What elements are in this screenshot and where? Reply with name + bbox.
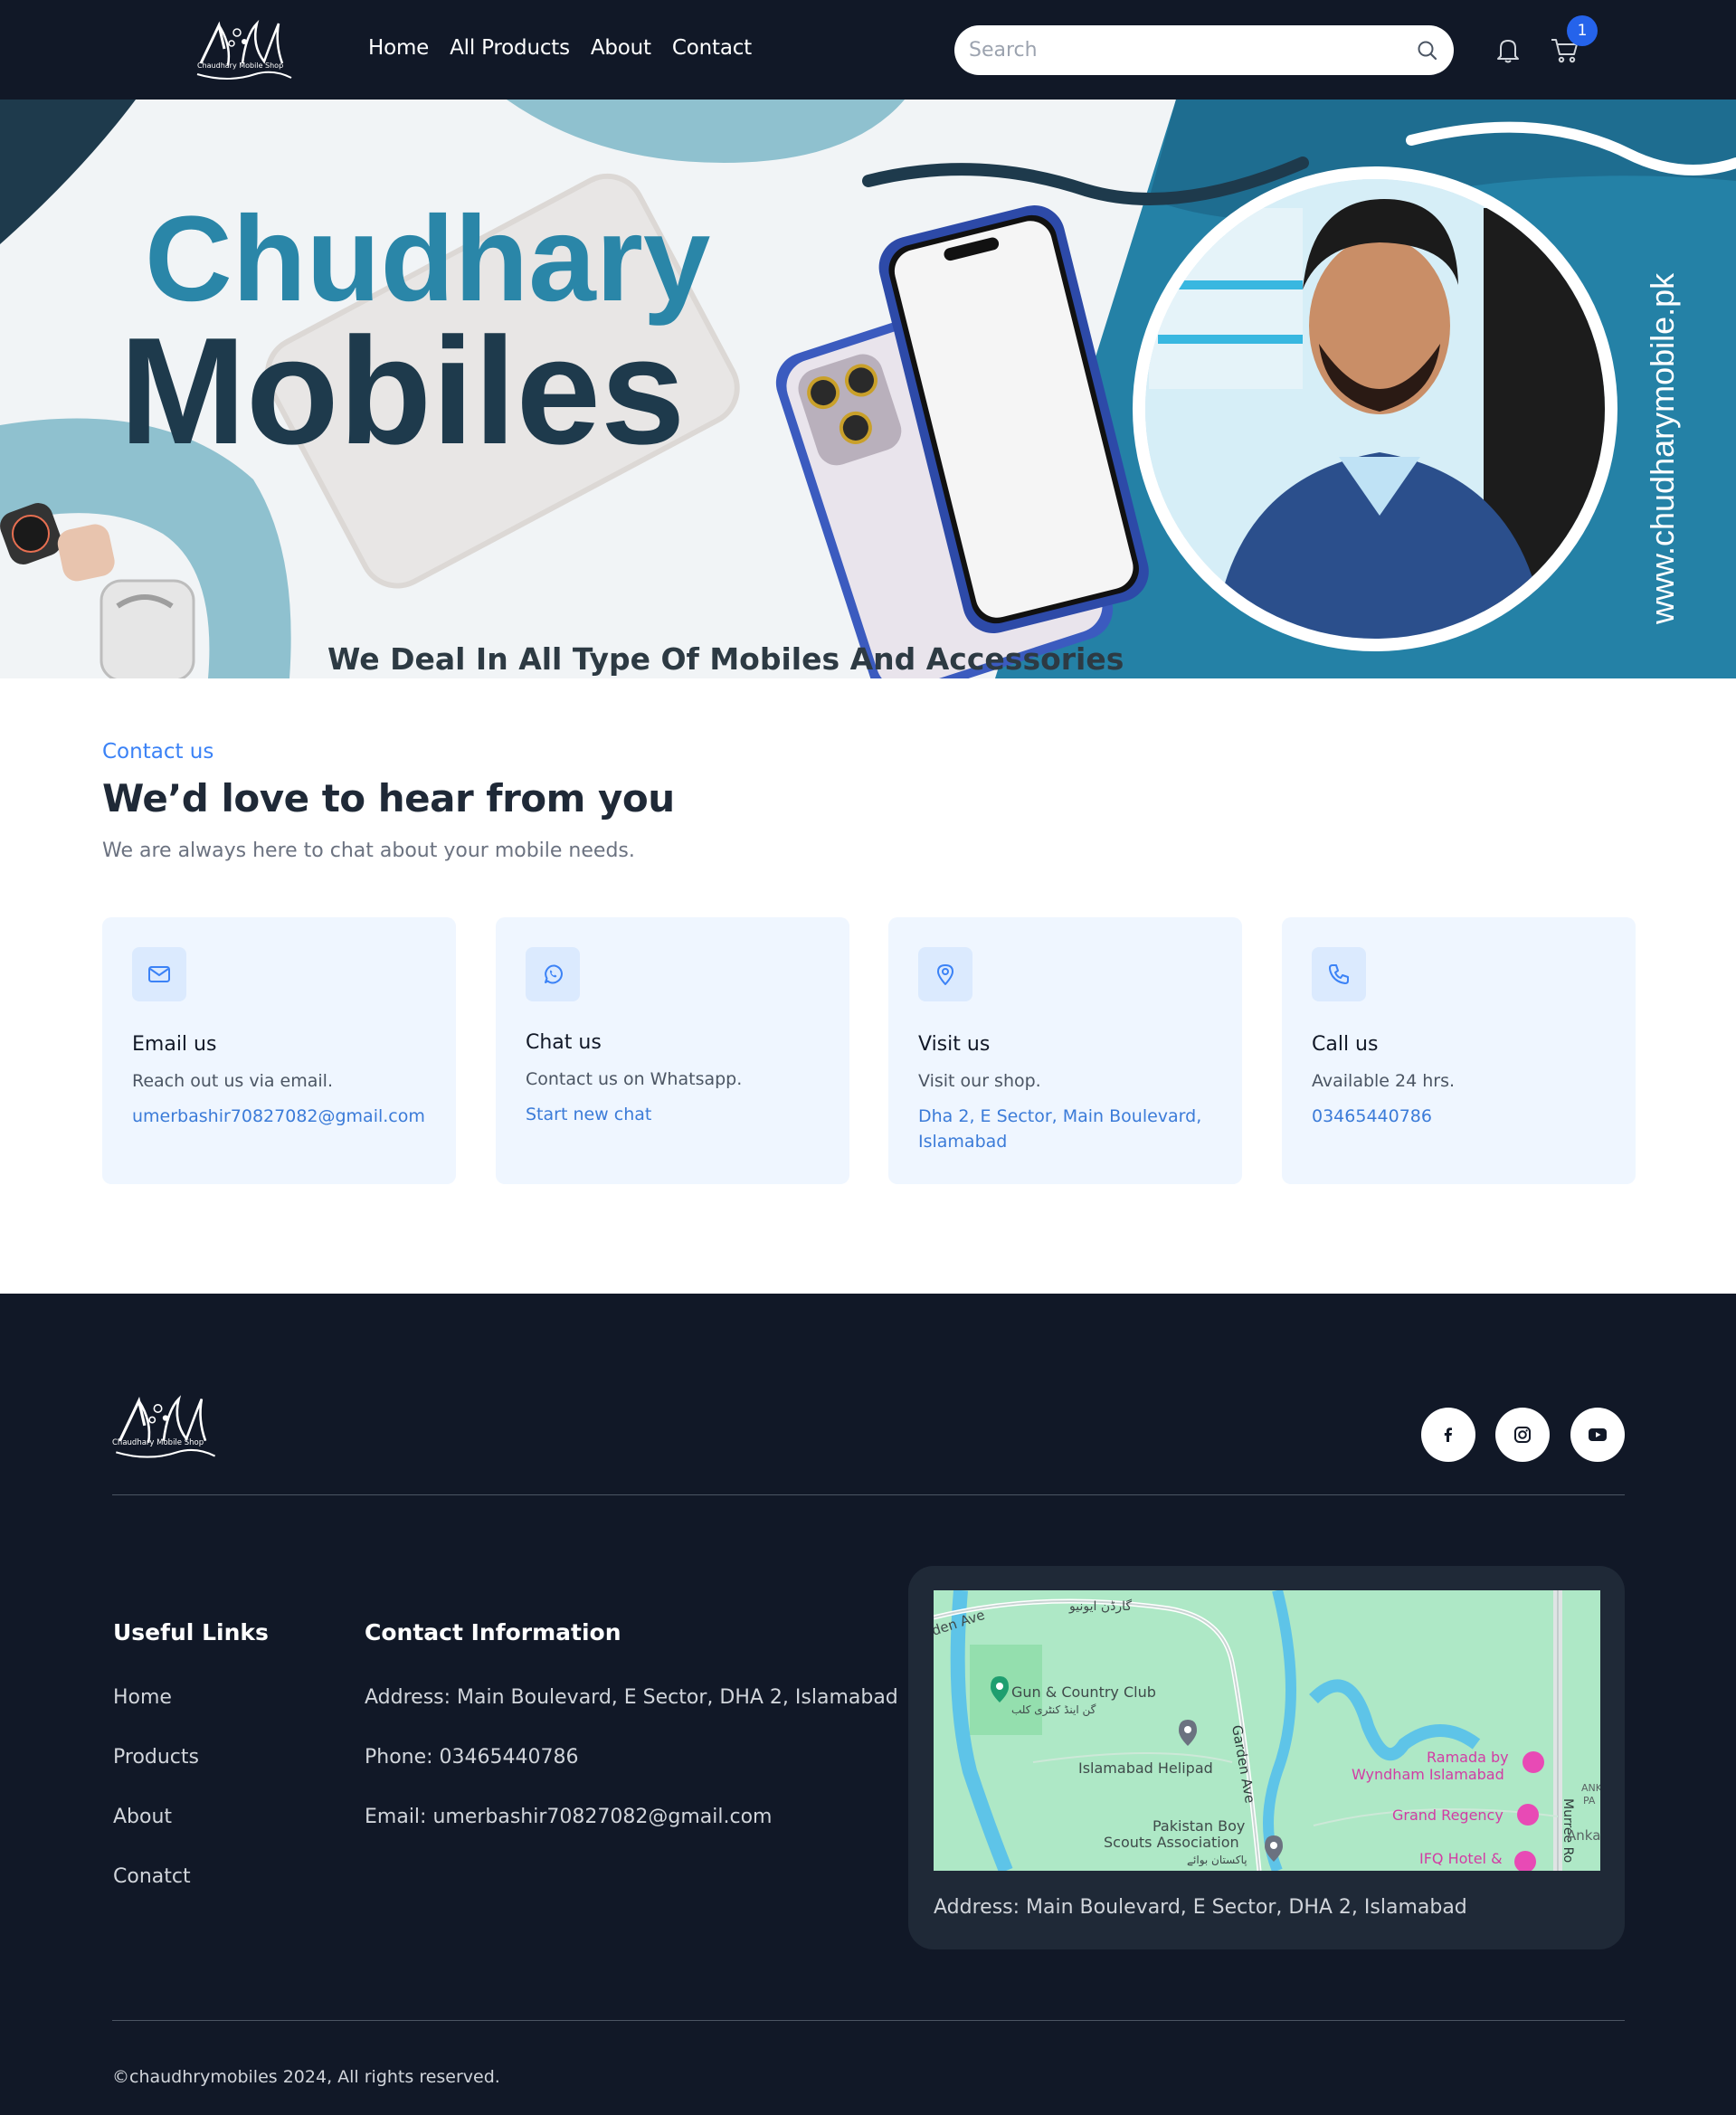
- map-label: Anka: [1567, 1827, 1600, 1844]
- map-label: Grand Regency: [1392, 1807, 1504, 1824]
- card-description: Available 24 hrs.: [1312, 1071, 1456, 1091]
- map-label: Islamabad Helipad: [1078, 1759, 1213, 1777]
- contact-eyebrow: Contact us: [102, 740, 214, 763]
- shop-address-link[interactable]: Dha 2, E Sector, Main Boulevard, Islamab…: [918, 1104, 1217, 1154]
- map-pin-icon: [918, 947, 972, 1001]
- map-label: پاکستان بوائے: [1187, 1854, 1247, 1867]
- card-description: Reach out us via email.: [132, 1071, 333, 1091]
- footer-logo[interactable]: Chaudhary Mobile Shop: [110, 1393, 223, 1462]
- contact-title: We’d love to hear from you: [102, 776, 675, 820]
- whatsapp-icon: [526, 947, 580, 1001]
- card-title: Email us: [132, 1033, 217, 1056]
- instagram-icon[interactable]: [1495, 1408, 1550, 1462]
- map-label: گن اینڈ کنٹری کلب: [1011, 1703, 1096, 1717]
- logo-caption: Chaudhary Mobile Shop: [197, 62, 284, 70]
- map-card: den Ave گارڈن ایونیو Gun & Country Club …: [908, 1566, 1625, 1949]
- youtube-icon[interactable]: [1570, 1408, 1625, 1462]
- footer-link-products[interactable]: Products: [113, 1746, 199, 1769]
- search-icon[interactable]: [1416, 39, 1439, 62]
- nav-link-about[interactable]: About: [591, 36, 651, 60]
- phone-link[interactable]: 03465440786: [1312, 1104, 1610, 1129]
- card-description: Contact us on Whatsapp.: [526, 1069, 743, 1089]
- hero-tagline: We Deal In All Type Of Mobiles And Acces…: [327, 641, 1124, 677]
- map-label: IFQ Hotel &: [1419, 1850, 1503, 1867]
- useful-links-heading: Useful Links: [113, 1619, 269, 1646]
- map-label: Gun & Country Club: [1011, 1683, 1156, 1701]
- contact-subtitle: We are always here to chat about your mo…: [102, 839, 635, 862]
- footer-link-about[interactable]: About: [113, 1806, 172, 1828]
- map-label: Wyndham Islamabad: [1352, 1766, 1504, 1783]
- start-chat-link[interactable]: Start new chat: [526, 1102, 824, 1127]
- nav-link-home[interactable]: Home: [368, 36, 429, 60]
- map-address: Address: Main Boulevard, E Sector, DHA 2…: [934, 1896, 1467, 1919]
- contact-card-visit: Visit us Visit our shop. Dha 2, E Sector…: [888, 917, 1242, 1184]
- card-title: Chat us: [526, 1031, 602, 1054]
- contact-card-chat: Chat us Contact us on Whatsapp. Start ne…: [496, 917, 849, 1184]
- nav-link-contact[interactable]: Contact: [672, 36, 752, 60]
- phone-icon: [1312, 947, 1366, 1001]
- facebook-icon[interactable]: [1421, 1408, 1475, 1462]
- mail-icon: [132, 947, 186, 1001]
- contact-card-call: Call us Available 24 hrs. 03465440786: [1282, 917, 1636, 1184]
- map-label: گارڈن ایونیو: [1068, 1598, 1132, 1614]
- map-label: Ramada by: [1427, 1749, 1509, 1766]
- footer-divider: [112, 1494, 1625, 1495]
- email-link[interactable]: umerbashir70827082@gmail.com: [132, 1104, 431, 1129]
- contact-card-email: Email us Reach out us via email. umerbas…: [102, 917, 456, 1184]
- map-label: ANK: [1581, 1782, 1600, 1794]
- hero-banner: Chudhary Mobiles www.chudharymobile.pk W…: [0, 100, 1736, 678]
- footer-logo-caption: Chaudhary Mobile Shop: [112, 1438, 204, 1447]
- map-label: Scouts Association: [1104, 1834, 1239, 1851]
- embedded-map[interactable]: den Ave گارڈن ایونیو Gun & Country Club …: [934, 1590, 1600, 1871]
- site-logo[interactable]: Chaudhary Mobile Shop: [192, 18, 299, 83]
- hero-title-line2: Mobiles: [119, 306, 685, 476]
- card-title: Call us: [1312, 1033, 1379, 1056]
- hero-website: www.chudharymobile.pk: [1644, 272, 1681, 625]
- hero-artwork: Chudhary Mobiles www.chudharymobile.pk W…: [0, 100, 1736, 678]
- footer-email: Email: umerbashir70827082@gmail.com: [365, 1806, 773, 1828]
- card-title: Visit us: [918, 1033, 991, 1056]
- footer-link-contact[interactable]: Conatct: [113, 1865, 191, 1888]
- main-nav: Home All Products About Contact: [368, 36, 752, 60]
- top-navbar: Chaudhary Mobile Shop Home All Products …: [0, 0, 1736, 100]
- footer-phone: Phone: 03465440786: [365, 1746, 579, 1769]
- map-label: PA: [1583, 1795, 1596, 1807]
- footer-link-home[interactable]: Home: [113, 1686, 172, 1709]
- copyright-text: ©chaudhrymobiles 2024, All rights reserv…: [112, 2067, 500, 2087]
- map-label: Pakistan Boy: [1153, 1817, 1245, 1835]
- cart-count-badge: 1: [1567, 15, 1598, 46]
- contact-info-heading: Contact Information: [365, 1619, 621, 1646]
- site-footer: Chaudhary Mobile Shop Useful Links Home …: [0, 1294, 1736, 2115]
- footer-address: Address: Main Boulevard, E Sector, DHA 2…: [365, 1686, 898, 1709]
- nav-link-all-products[interactable]: All Products: [450, 36, 570, 60]
- bell-icon[interactable]: [1493, 34, 1523, 65]
- search-input[interactable]: [969, 33, 1394, 67]
- footer-bottom-divider: [112, 2020, 1625, 2021]
- search-box: [954, 25, 1454, 75]
- card-description: Visit our shop.: [918, 1071, 1041, 1091]
